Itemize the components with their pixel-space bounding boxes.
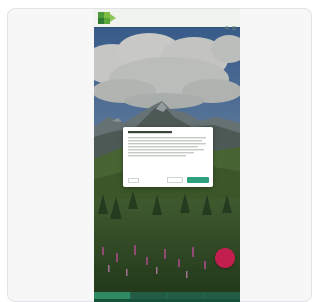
floating-action-button[interactable] bbox=[215, 248, 235, 268]
nav-tab-2[interactable] bbox=[130, 292, 167, 299]
header-icons bbox=[225, 17, 236, 30]
clover-logo-icon[interactable] bbox=[97, 11, 117, 25]
cookie-consent-dialog bbox=[123, 127, 213, 187]
nav-tab-3[interactable] bbox=[167, 292, 204, 299]
consent-text-blur bbox=[128, 131, 206, 157]
search-icon[interactable] bbox=[225, 17, 229, 30]
nav-tab-4[interactable] bbox=[204, 292, 240, 299]
accept-button[interactable] bbox=[187, 177, 209, 183]
site-header bbox=[94, 9, 240, 30]
consent-actions bbox=[128, 177, 209, 183]
bottom-navigation bbox=[94, 292, 240, 299]
mobile-screenshot bbox=[94, 9, 240, 302]
nav-tab-1[interactable] bbox=[94, 292, 130, 299]
reject-button[interactable] bbox=[167, 177, 183, 183]
menu-icon[interactable] bbox=[232, 17, 236, 30]
settings-button[interactable] bbox=[128, 178, 139, 183]
